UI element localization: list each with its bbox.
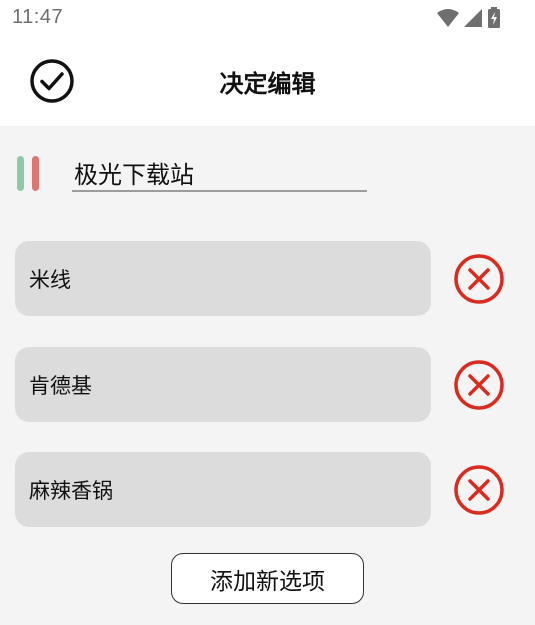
handle-bar-green [17,156,24,191]
remove-circle-icon [453,360,505,415]
delete-option-button[interactable] [453,359,505,411]
option-input[interactable] [15,241,431,316]
option-input[interactable] [15,347,431,422]
status-bar: 11:47 [0,0,535,36]
page-title: 决定编辑 [219,69,316,98]
remove-circle-icon [453,465,505,520]
battery-charging-icon [487,7,501,33]
wifi-icon [437,8,459,32]
handle-bar-red [32,156,39,191]
option-row [0,347,535,422]
option-row [0,241,535,316]
header-bar: 决定编辑 [0,36,535,126]
remove-circle-icon [453,254,505,309]
cellular-signal-icon [463,8,483,32]
confirm-button[interactable] [28,57,76,105]
decision-name-row [0,150,535,200]
add-option-button[interactable]: 添加新选项 [171,553,364,604]
decision-name-input[interactable] [72,154,367,192]
status-time: 11:47 [12,6,64,28]
drag-handle-icon[interactable] [17,156,41,192]
check-circle-icon [28,59,76,109]
option-input[interactable] [15,452,431,527]
delete-option-button[interactable] [453,253,505,305]
delete-option-button[interactable] [453,464,505,516]
status-icons [437,7,501,33]
option-row [0,452,535,527]
